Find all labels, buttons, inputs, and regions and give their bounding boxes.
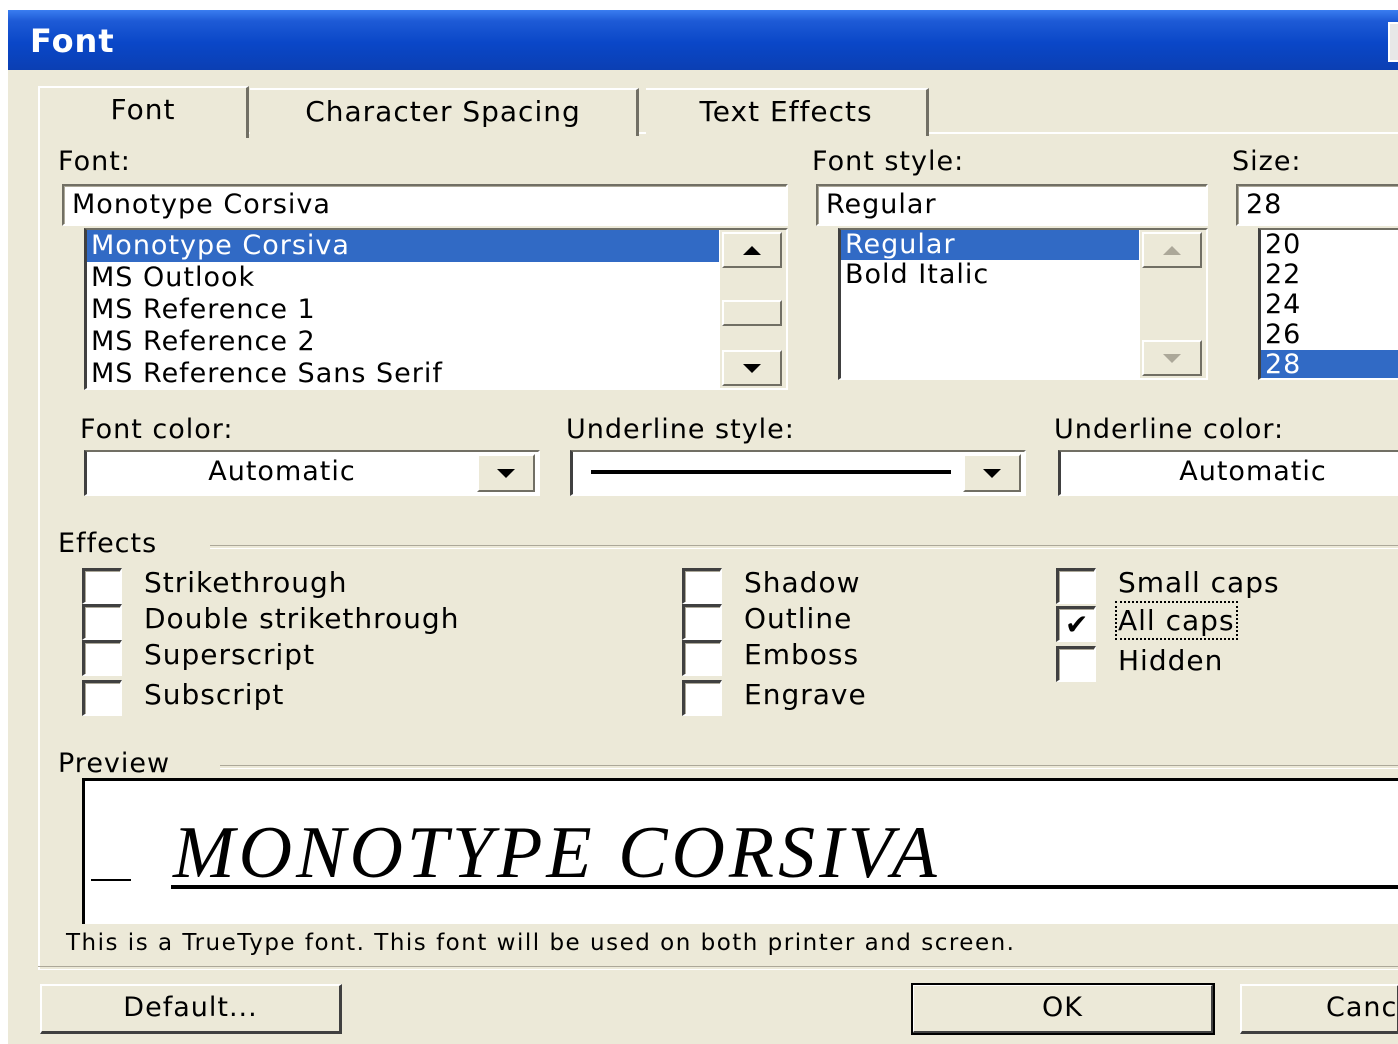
tab-font-label: Font [110, 93, 176, 126]
font-list[interactable]: Monotype Corsiva MS Outlook MS Reference 1… [84, 228, 788, 390]
font-input[interactable]: Monotype Corsiva [62, 184, 788, 226]
list-item[interactable]: 24 [1261, 290, 1398, 320]
font-info-text: This is a TrueType font. This font will … [66, 930, 1016, 956]
list-item[interactable]: Bold Italic [841, 260, 1139, 290]
arrow-down-icon [743, 363, 761, 373]
preview-box: MONOTYPE CORSIVA [82, 778, 1398, 924]
font-list-scrollbar[interactable] [719, 230, 786, 388]
dropdown-button[interactable] [477, 454, 535, 492]
cancel-button[interactable]: Cancel [1240, 984, 1398, 1034]
font-color-dropdown[interactable]: Automatic [84, 450, 540, 496]
underline-style-dropdown[interactable] [570, 450, 1026, 496]
list-item[interactable]: 26 [1261, 320, 1398, 350]
list-item[interactable]: Monotype Corsiva [87, 230, 719, 262]
small-caps-label[interactable]: Small caps [1118, 566, 1280, 599]
preview-label: Preview [58, 748, 171, 779]
superscript-label[interactable]: Superscript [144, 638, 315, 671]
scroll-up-button[interactable] [1142, 232, 1202, 268]
tab-text-effects[interactable]: Text Effects [646, 88, 929, 136]
tab-character-spacing[interactable]: Character Spacing [250, 88, 639, 136]
scroll-up-button[interactable] [722, 232, 782, 268]
chevron-down-icon [497, 468, 515, 478]
arrow-up-icon [1163, 245, 1181, 255]
engrave-checkbox[interactable] [682, 680, 722, 716]
subscript-label[interactable]: Subscript [144, 678, 284, 711]
title-bar[interactable] [8, 10, 1398, 70]
strikethrough-checkbox[interactable] [82, 568, 122, 604]
strikethrough-label[interactable]: Strikethrough [144, 566, 348, 599]
arrow-up-icon [743, 245, 761, 255]
list-item[interactable]: MS Reference 2 [87, 326, 719, 358]
preview-divider [220, 765, 1398, 769]
subscript-checkbox[interactable] [82, 680, 122, 716]
preview-baseline-tick [91, 879, 131, 881]
preview-underline [171, 885, 1398, 889]
all-caps-label[interactable]: All caps [1115, 601, 1238, 640]
effects-divider [210, 545, 1398, 549]
font-style-scrollbar[interactable] [1139, 230, 1206, 378]
underline-color-label: Underline color: [1054, 414, 1285, 445]
font-style-input[interactable]: Regular [816, 184, 1208, 226]
dropdown-button[interactable] [963, 454, 1021, 492]
underline-color-value: Automatic [1179, 456, 1327, 487]
emboss-checkbox[interactable] [682, 640, 722, 676]
font-style-list[interactable]: Regular Bold Italic [838, 228, 1208, 380]
scroll-thumb[interactable] [722, 300, 782, 326]
superscript-checkbox[interactable] [82, 640, 122, 676]
underline-style-line [591, 470, 951, 474]
size-label: Size: [1232, 146, 1302, 177]
outline-checkbox[interactable] [682, 604, 722, 640]
arrow-down-icon [1163, 353, 1181, 363]
underline-color-dropdown[interactable]: Automatic [1058, 450, 1398, 496]
font-label: Font: [58, 146, 131, 177]
font-color-label: Font color: [80, 414, 234, 445]
font-color-value: Automatic [208, 456, 356, 487]
double-strikethrough-checkbox[interactable] [82, 604, 122, 640]
list-item[interactable]: MS Reference Sans Serif [87, 358, 719, 388]
list-item[interactable]: Regular [841, 230, 1139, 260]
size-list[interactable]: 20 22 24 26 28 [1258, 228, 1398, 380]
list-item[interactable]: 28 [1261, 350, 1398, 378]
tab-font[interactable]: Font [38, 86, 249, 138]
tab-character-spacing-label: Character Spacing [305, 95, 581, 128]
hidden-label[interactable]: Hidden [1118, 644, 1223, 677]
list-item[interactable]: 22 [1261, 260, 1398, 290]
list-item[interactable]: MS Reference 1 [87, 294, 719, 326]
window-title: Font [30, 22, 115, 60]
list-item[interactable]: MS Outlook [87, 262, 719, 294]
hidden-checkbox[interactable] [1056, 646, 1096, 682]
help-button[interactable] [1388, 22, 1398, 62]
tab-text-effects-label: Text Effects [699, 95, 873, 128]
shadow-checkbox[interactable] [682, 568, 722, 604]
double-strikethrough-label[interactable]: Double strikethrough [144, 602, 459, 635]
chevron-down-icon [983, 468, 1001, 478]
underline-style-label: Underline style: [566, 414, 795, 445]
scroll-down-button[interactable] [722, 350, 782, 386]
engrave-label[interactable]: Engrave [744, 678, 867, 711]
emboss-label[interactable]: Emboss [744, 638, 859, 671]
default-button[interactable]: Default... [40, 984, 342, 1034]
font-style-label: Font style: [812, 146, 965, 177]
small-caps-checkbox[interactable] [1056, 568, 1096, 604]
all-caps-checkbox[interactable]: ✔ [1056, 606, 1096, 642]
ok-button[interactable]: OK [911, 983, 1215, 1035]
scroll-down-button[interactable] [1142, 340, 1202, 376]
shadow-label[interactable]: Shadow [744, 566, 860, 599]
list-item[interactable]: 20 [1261, 230, 1398, 260]
effects-label: Effects [58, 528, 158, 559]
preview-text: MONOTYPE CORSIVA [173, 812, 941, 894]
outline-label[interactable]: Outline [744, 602, 852, 635]
size-input[interactable]: 28 [1236, 184, 1398, 226]
button-separator [38, 966, 1398, 970]
checkmark-icon: ✔ [1065, 608, 1089, 641]
